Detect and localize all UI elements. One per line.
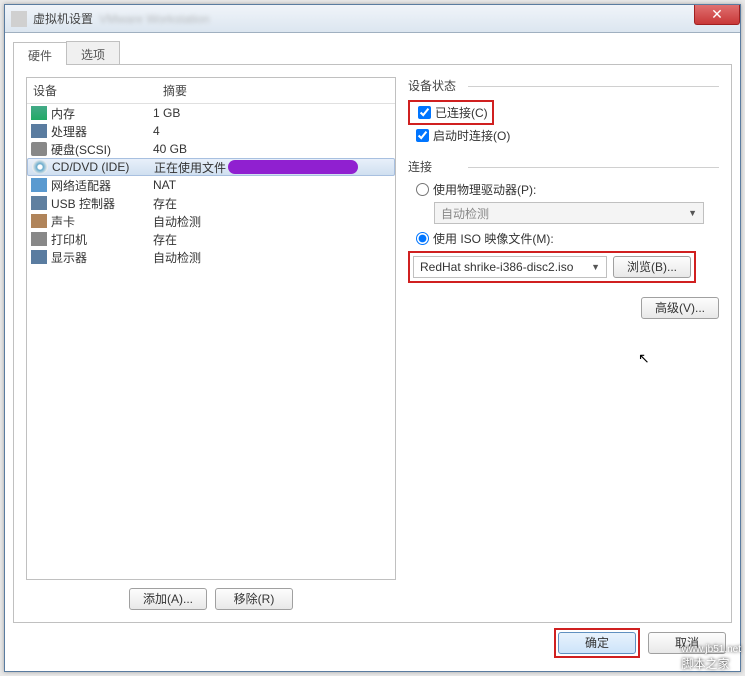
device-name: CD/DVD (IDE) xyxy=(52,160,129,174)
hardware-row[interactable]: 网络适配器 NAT xyxy=(27,176,395,194)
device-icon xyxy=(31,232,47,246)
tab-hardware[interactable]: 硬件 xyxy=(13,42,67,65)
device-icon xyxy=(31,196,47,210)
tab-body: 设备 摘要 内存 1 GB 处理器 4 硬盘(SCSI) 40 GB CD/DVD (IDE… xyxy=(13,65,732,623)
hardware-row[interactable]: USB 控制器 存在 xyxy=(27,194,395,212)
advanced-button[interactable]: 高级(V)... xyxy=(641,297,719,319)
col-device: 设备 xyxy=(27,78,157,103)
tabstrip: 硬件 选项 xyxy=(13,41,732,65)
iso-file-value: RedHat shrike-i386-disc2.iso xyxy=(420,260,573,274)
hardware-row[interactable]: CD/DVD (IDE) 正在使用文件 xyxy=(27,158,395,176)
connection-group: 连接 使用物理驱动器(P): 自动检测 ▼ 使用 ISO 映像文件(M): xyxy=(408,158,719,283)
device-icon xyxy=(31,250,47,264)
highlight-iso-row: RedHat shrike-i386-disc2.iso ▼ 浏览(B)... xyxy=(408,251,696,283)
poweron-checkbox[interactable]: 启动时连接(O) xyxy=(416,127,719,144)
device-summary: 4 xyxy=(153,124,160,138)
device-name: 显示器 xyxy=(51,249,87,266)
device-icon xyxy=(31,124,47,138)
app-icon xyxy=(11,11,27,27)
poweron-label: 启动时连接(O) xyxy=(433,127,510,144)
device-icon xyxy=(31,214,47,228)
device-icon xyxy=(31,178,47,192)
dialog-buttons: 确定 取消 xyxy=(13,623,732,663)
highlight-ok: 确定 xyxy=(554,628,640,658)
use-physical-input[interactable] xyxy=(416,183,429,196)
cancel-button[interactable]: 取消 xyxy=(648,632,726,654)
physical-drive-combo: 自动检测 ▼ xyxy=(434,202,704,224)
connected-label: 已连接(C) xyxy=(435,104,488,121)
device-summary: 1 GB xyxy=(153,106,180,120)
device-icon xyxy=(32,160,48,174)
device-name: 声卡 xyxy=(51,213,75,230)
vm-settings-window: 虚拟机设置 VMware Workstation ✕ 硬件 选项 设备 摘要 内… xyxy=(4,4,741,672)
device-name: 网络适配器 xyxy=(51,177,111,194)
redacted-path xyxy=(228,160,358,174)
ok-button[interactable]: 确定 xyxy=(558,632,636,654)
close-button[interactable]: ✕ xyxy=(694,5,740,25)
iso-row: RedHat shrike-i386-disc2.iso ▼ 浏览(B)... xyxy=(413,256,691,278)
tab-options[interactable]: 选项 xyxy=(66,41,120,64)
hardware-row[interactable]: 打印机 存在 xyxy=(27,230,395,248)
device-summary: 正在使用文件 xyxy=(154,159,226,176)
device-summary: 40 GB xyxy=(153,142,187,156)
device-name: 打印机 xyxy=(51,231,87,248)
connected-checkbox[interactable]: 已连接(C) xyxy=(418,104,488,121)
titlebar[interactable]: 虚拟机设置 VMware Workstation ✕ xyxy=(5,5,740,33)
device-icon xyxy=(31,142,47,156)
device-summary: 自动检测 xyxy=(153,213,201,230)
device-name: 处理器 xyxy=(51,123,87,140)
device-name: 硬盘(SCSI) xyxy=(51,141,111,158)
client-area: 硬件 选项 设备 摘要 内存 1 GB 处理器 4 硬盘(SCSI) 40 GB CD/DV… xyxy=(5,33,740,671)
chevron-down-icon: ▼ xyxy=(688,208,697,218)
cursor-icon: ↖ xyxy=(638,350,650,367)
physical-drive-value: 自动检测 xyxy=(441,205,489,222)
device-status-title: 设备状态 xyxy=(408,77,719,94)
add-button[interactable]: 添加(A)... xyxy=(129,588,207,610)
window-title: 虚拟机设置 xyxy=(33,10,93,27)
device-summary: 存在 xyxy=(153,231,177,248)
hardware-row[interactable]: 处理器 4 xyxy=(27,122,395,140)
use-physical-radio[interactable]: 使用物理驱动器(P): xyxy=(416,181,719,198)
hardware-list[interactable]: 设备 摘要 内存 1 GB 处理器 4 硬盘(SCSI) 40 GB CD/DVD (IDE… xyxy=(26,77,396,580)
device-summary: 存在 xyxy=(153,195,177,212)
col-summary: 摘要 xyxy=(157,78,395,103)
device-icon xyxy=(31,106,47,120)
hardware-buttons: 添加(A)... 移除(R) xyxy=(26,588,396,610)
device-name: 内存 xyxy=(51,105,75,122)
use-iso-input[interactable] xyxy=(416,232,429,245)
hardware-row[interactable]: 硬盘(SCSI) 40 GB xyxy=(27,140,395,158)
use-iso-radio[interactable]: 使用 ISO 映像文件(M): xyxy=(416,230,719,247)
remove-button[interactable]: 移除(R) xyxy=(215,588,293,610)
hardware-row[interactable]: 声卡 自动检测 xyxy=(27,212,395,230)
highlight-connected: 已连接(C) xyxy=(408,100,494,125)
poweron-input[interactable] xyxy=(416,129,429,142)
right-panel: 设备状态 已连接(C) 启动时连接(O) 连接 xyxy=(408,77,719,610)
device-name: USB 控制器 xyxy=(51,195,115,212)
window-subtitle: VMware Workstation xyxy=(99,12,209,26)
browse-button[interactable]: 浏览(B)... xyxy=(613,256,691,278)
use-iso-label: 使用 ISO 映像文件(M): xyxy=(433,230,554,247)
left-panel: 设备 摘要 内存 1 GB 处理器 4 硬盘(SCSI) 40 GB CD/DVD (IDE… xyxy=(26,77,396,610)
iso-file-combo[interactable]: RedHat shrike-i386-disc2.iso ▼ xyxy=(413,256,607,278)
device-summary: NAT xyxy=(153,178,176,192)
connected-input[interactable] xyxy=(418,106,431,119)
hardware-row[interactable]: 内存 1 GB xyxy=(27,104,395,122)
hardware-list-header: 设备 摘要 xyxy=(27,78,395,104)
advanced-row: 高级(V)... xyxy=(408,297,719,319)
chevron-down-icon[interactable]: ▼ xyxy=(591,262,600,272)
device-summary: 自动检测 xyxy=(153,249,201,266)
connection-title: 连接 xyxy=(408,158,719,175)
hardware-row[interactable]: 显示器 自动检测 xyxy=(27,248,395,266)
device-status-group: 设备状态 已连接(C) 启动时连接(O) xyxy=(408,77,719,144)
use-physical-label: 使用物理驱动器(P): xyxy=(433,181,536,198)
